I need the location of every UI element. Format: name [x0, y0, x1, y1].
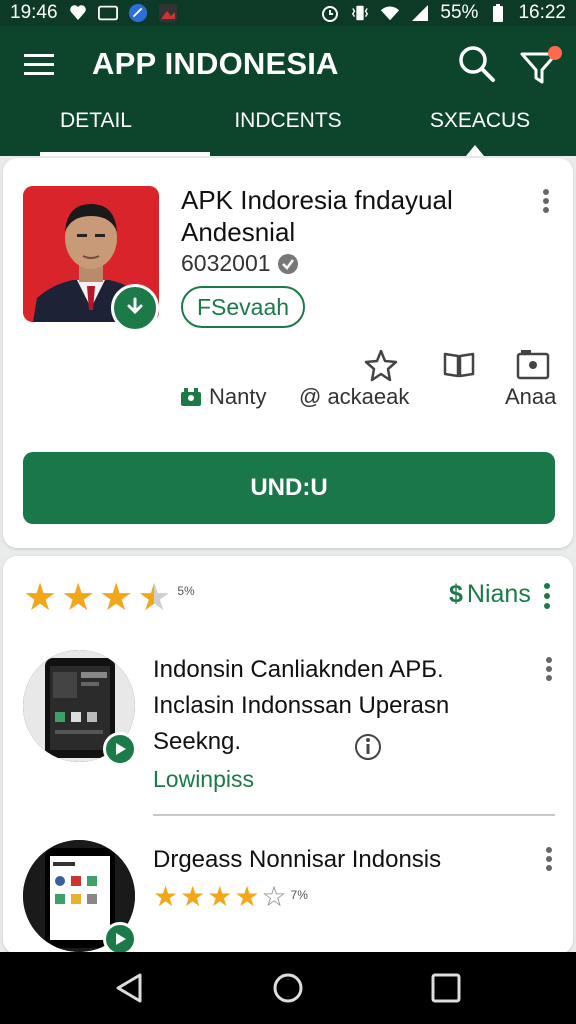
star-full-icon: ★	[234, 881, 260, 912]
battery-percent: 55%	[440, 2, 479, 23]
menu-button[interactable]	[22, 50, 58, 80]
meta-row: Nanty @ ackaeak Anaa	[3, 348, 573, 418]
download-icon	[127, 297, 143, 315]
item-rating-percent: 7%	[290, 888, 308, 902]
heart-shield-icon	[68, 3, 88, 23]
battery-icon	[488, 3, 508, 23]
book-open-icon[interactable]	[441, 348, 477, 384]
play-icon	[116, 743, 126, 755]
app-id-value: 6032001	[181, 250, 271, 276]
recents-icon[interactable]	[428, 970, 464, 1006]
notification-dot	[548, 46, 562, 60]
status-bar: 19:46 55% 16:22	[0, 0, 576, 26]
star-outline-icon[interactable]	[363, 348, 399, 384]
category-tag[interactable]: FSevaah	[181, 286, 306, 328]
list-item-link[interactable]: Lowinpiss	[153, 766, 254, 793]
list-item[interactable]: Indonsin Canliaknden APБ. Inclasin Indon…	[3, 646, 573, 816]
play-badge[interactable]	[103, 732, 137, 766]
meta-ackaeak-label: @ ackaeak	[299, 384, 410, 409]
sim-icon	[97, 3, 118, 23]
star-full-icon: ★	[23, 577, 58, 619]
search-button[interactable]	[457, 44, 497, 84]
hamburger-icon	[24, 54, 54, 75]
related-apps-card: ★ ★ ★ ★ 5% $ Nians Indonsin Canliaknden …	[3, 556, 573, 954]
rating-percent: 5%	[177, 584, 195, 598]
app-detail-card: APK Indoresia fndayual Andesnial 6032001…	[3, 158, 573, 548]
star-full-icon: ★	[207, 881, 233, 912]
star-full-icon: ★	[180, 881, 206, 912]
meta-nanty-label: Nanty	[209, 384, 267, 409]
tab-indcents[interactable]: INDCENTS	[192, 106, 384, 156]
tab-indcents-label: INDCENTS	[234, 109, 342, 132]
tab-indicator	[40, 152, 210, 156]
play-badge[interactable]	[103, 922, 137, 954]
tab-pointer	[466, 145, 484, 156]
item-rating-stars: ★ ★ ★ ★ ☆ 7%	[153, 882, 308, 912]
tab-detail-label: DETAIL	[60, 109, 132, 132]
section-overflow-button[interactable]	[539, 582, 555, 610]
app-title: APP INDONESIA	[92, 46, 339, 81]
download-badge[interactable]	[111, 284, 159, 332]
star-full-icon: ★	[99, 577, 134, 619]
filter-button[interactable]	[518, 44, 564, 88]
star-half-icon: ★	[137, 577, 172, 619]
image-icon[interactable]	[515, 348, 551, 384]
section-action-label: Nians	[466, 580, 531, 608]
compass-app-icon	[128, 3, 148, 23]
tab-bar: DETAIL INDCENTS SXEACUS	[0, 106, 576, 156]
play-icon	[116, 933, 126, 945]
star-outline-icon: ☆	[261, 881, 287, 912]
meta-anaa-label: Anaa	[505, 384, 557, 409]
app-bar: APP INDONESIA DETAIL INDCENTS SXEACUS	[0, 26, 576, 156]
section-action-link[interactable]: $ Nians	[449, 580, 531, 609]
alarm-icon	[320, 3, 340, 23]
star-full-icon: ★	[61, 577, 96, 619]
tab-sxeacus-label: SXEACUS	[429, 109, 531, 132]
verified-icon	[277, 253, 298, 274]
status-time-left: 19:46	[10, 2, 58, 23]
wifi-icon	[380, 3, 400, 23]
item-overflow-button[interactable]	[541, 846, 557, 872]
star-full-icon: ★	[153, 881, 179, 912]
store-icon	[181, 388, 201, 406]
list-item-title: Indonsin Canliaknden APБ. Inclasin Indon…	[153, 656, 450, 755]
home-icon[interactable]	[270, 970, 306, 1006]
meta-anaa: Anaa	[505, 384, 556, 410]
list-item[interactable]: Drgeass Nonnisar Indonsis ★ ★ ★ ★ ☆ 7%	[3, 836, 573, 954]
back-icon[interactable]	[112, 970, 148, 1006]
app-id: 6032001	[181, 250, 299, 277]
install-button[interactable]: UND:U	[23, 452, 555, 524]
app-name: APK Indoresia fndayual Andesnial	[181, 185, 453, 247]
item-overflow-button[interactable]	[541, 656, 557, 682]
tab-detail[interactable]: DETAIL	[0, 106, 192, 156]
rating-stars: ★ ★ ★ ★ 5%	[23, 578, 195, 618]
list-item-title: Drgeass Nonnisar Indonsis	[153, 846, 442, 873]
divider	[153, 814, 555, 816]
dollar-icon: $	[449, 580, 463, 608]
more-vert-icon	[546, 657, 552, 681]
signal-icon	[410, 3, 430, 23]
photo-app-icon	[158, 3, 178, 23]
meta-nanty: Nanty	[179, 384, 266, 410]
meta-ackaeak: @ ackaeak	[299, 384, 409, 410]
search-icon	[459, 46, 495, 82]
system-nav-bar	[0, 952, 576, 1024]
more-vert-icon	[544, 583, 550, 609]
more-vert-icon	[546, 847, 552, 871]
info-icon[interactable]	[353, 732, 383, 762]
overflow-menu-button[interactable]	[537, 188, 555, 214]
vibrate-icon	[350, 3, 370, 23]
more-vert-icon	[543, 189, 549, 213]
status-time-right: 16:22	[518, 2, 566, 23]
